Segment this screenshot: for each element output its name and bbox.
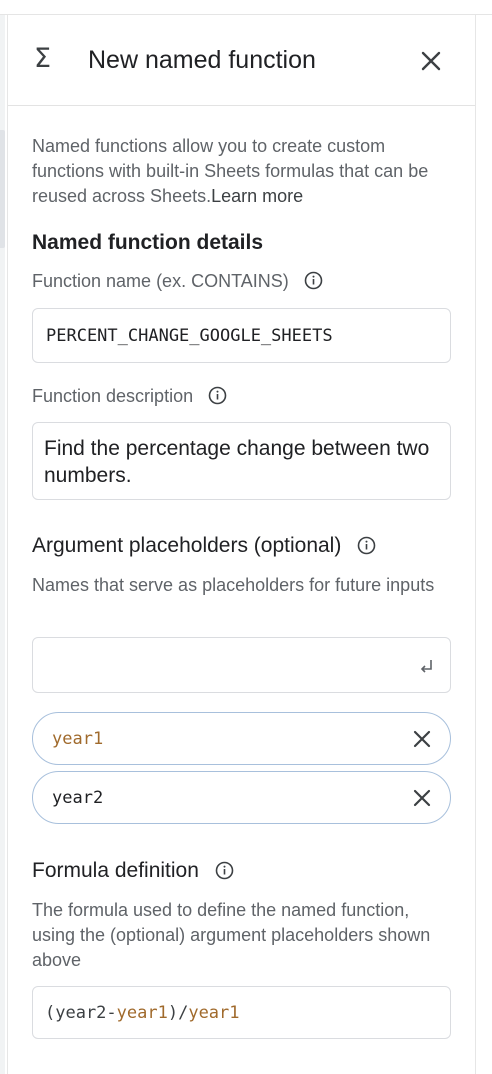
function-name-label: Function name (ex. CONTAINS) <box>32 269 323 293</box>
info-icon[interactable] <box>304 271 323 290</box>
argument-input[interactable] <box>32 637 451 693</box>
info-icon[interactable] <box>357 536 376 555</box>
function-description-value: Find the percentage change between two n… <box>44 437 430 487</box>
sheet-scroll-nub <box>0 130 5 248</box>
intro-text: Named functions allow you to create cust… <box>32 134 452 209</box>
sheet-edge <box>0 15 5 1074</box>
info-icon[interactable] <box>208 386 227 405</box>
chip-remove-icon[interactable] <box>410 786 434 810</box>
named-function-sidebar: Σ New named function Named functions all… <box>7 15 476 1074</box>
function-description-label: Function description <box>32 384 227 408</box>
formula-text: (year2-year1)/year1 <box>45 1002 240 1024</box>
enter-icon[interactable] <box>416 656 436 676</box>
argument-chip-year2: year2 <box>32 771 451 824</box>
argument-chip-label: year2 <box>52 788 104 808</box>
chip-remove-icon[interactable] <box>410 727 434 751</box>
sidebar-title: New named function <box>88 46 316 74</box>
close-button[interactable] <box>416 46 446 76</box>
arguments-helper-text: Names that serve as placeholders for fut… <box>32 575 435 595</box>
formula-section-title: Formula definition <box>32 858 234 884</box>
function-description-field[interactable]: Find the percentage change between two n… <box>32 422 451 500</box>
formula-helper-text: The formula used to define the named fun… <box>32 900 431 970</box>
formula-argument-token: year1 <box>188 1003 240 1023</box>
details-section-title: Named function details <box>32 231 264 254</box>
function-description-label-text: Function description <box>32 386 194 406</box>
formula-argument-token: year1 <box>116 1003 168 1023</box>
argument-chip-label: year1 <box>52 729 104 749</box>
sidebar-header: Σ New named function <box>8 15 475 106</box>
formula-section-title-text: Formula definition <box>32 859 199 882</box>
formula-token: (year2- <box>45 1003 117 1023</box>
function-name-field[interactable]: PERCENT_CHANGE_GOOGLE_SHEETS <box>32 308 451 363</box>
function-name-label-text: Function name (ex. CONTAINS) <box>32 271 289 291</box>
argument-chip-year1: year1 <box>32 712 451 765</box>
sigma-icon: Σ <box>34 43 52 74</box>
formula-token: )/ <box>167 1003 189 1023</box>
info-icon[interactable] <box>215 861 234 880</box>
close-icon <box>421 51 441 71</box>
function-name-value: PERCENT_CHANGE_GOOGLE_SHEETS <box>46 326 333 346</box>
formula-editor[interactable]: (year2-year1)/year1 <box>32 986 451 1039</box>
learn-more-link[interactable]: Learn more <box>211 186 303 206</box>
arguments-section-title-text: Argument placeholders (optional) <box>32 534 342 557</box>
arguments-section-title: Argument placeholders (optional) <box>32 533 376 559</box>
